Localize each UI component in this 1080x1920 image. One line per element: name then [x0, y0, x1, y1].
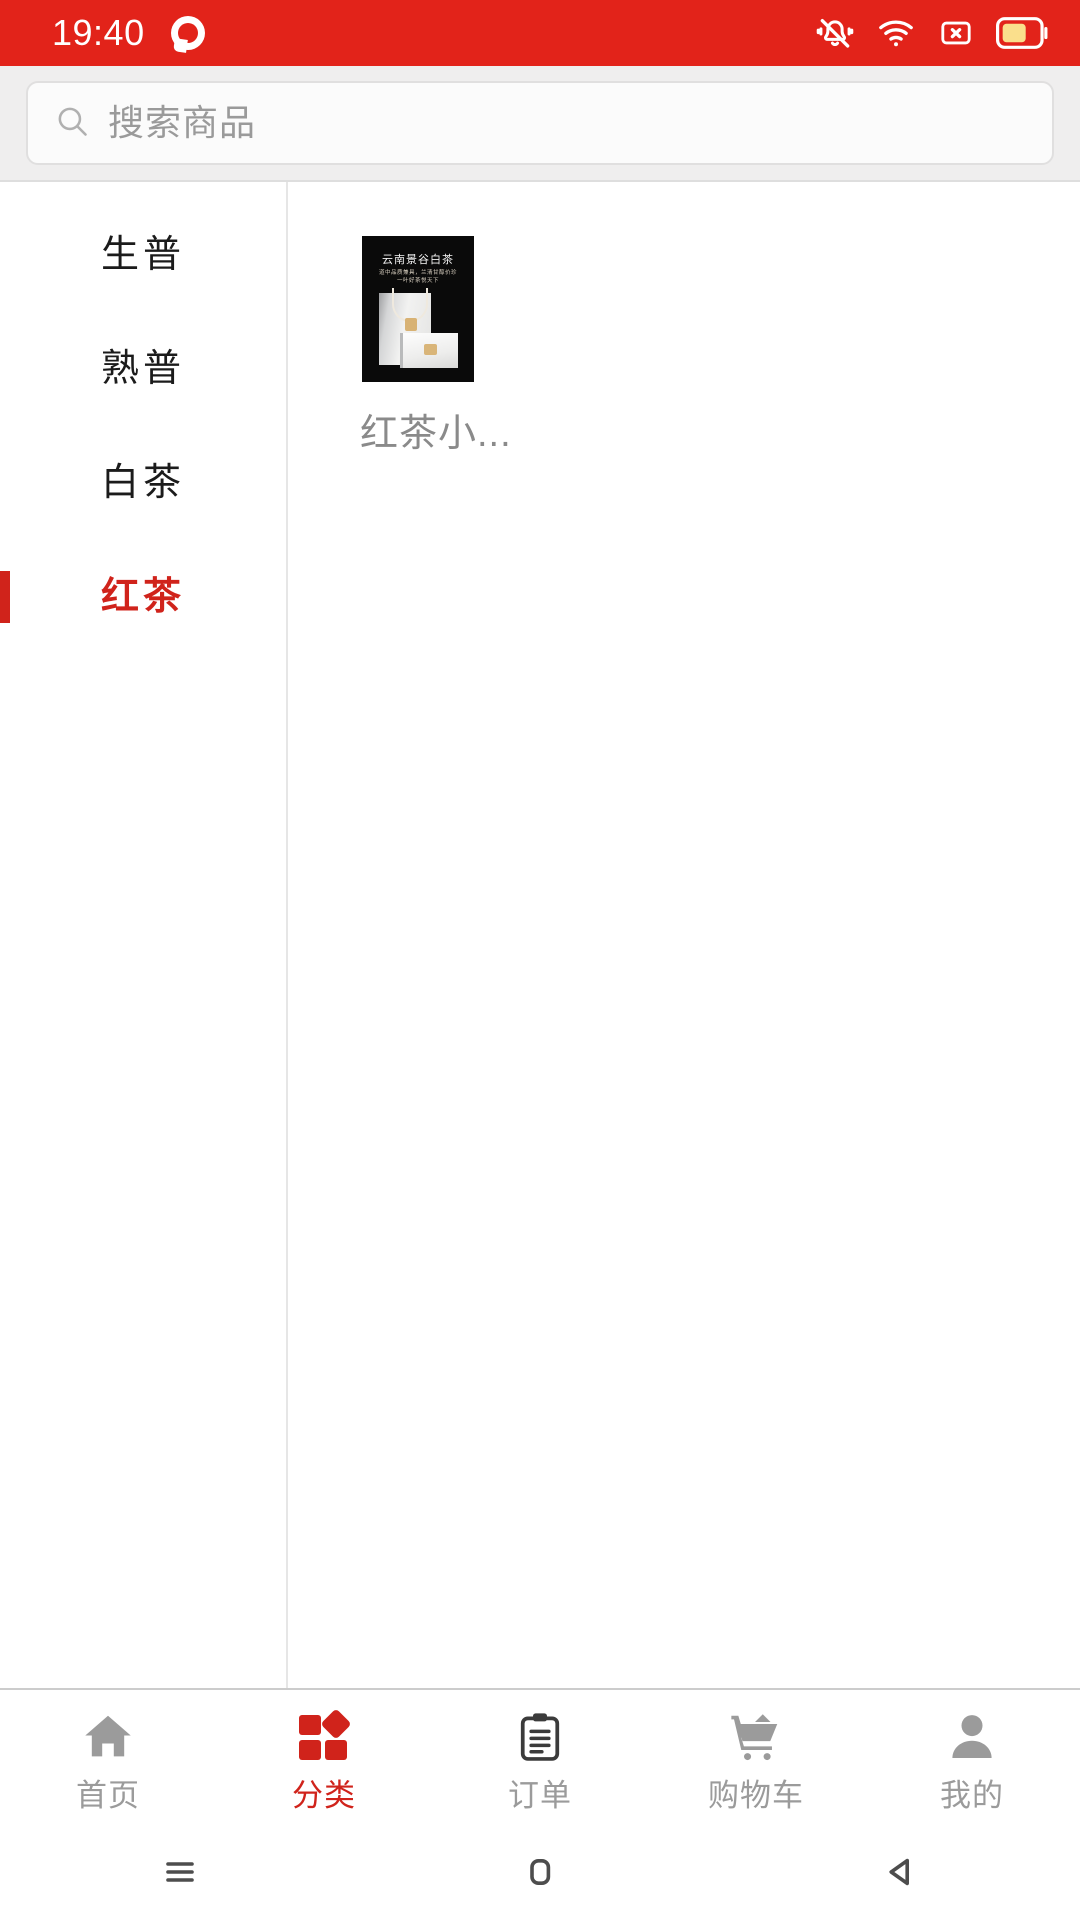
tab-profile[interactable]: 我的 — [864, 1706, 1080, 1811]
home-icon — [77, 1706, 139, 1768]
search-bar-container: 搜索商品 — [0, 66, 1080, 182]
qq-logo-icon — [170, 16, 205, 53]
tab-label: 订单 — [508, 1778, 572, 1813]
clipboard-icon — [509, 1706, 571, 1768]
wifi-icon — [876, 14, 916, 52]
back-button[interactable] — [720, 1848, 1080, 1896]
status-icon-group — [816, 14, 1050, 52]
sidebar-item-label: 生普 — [100, 234, 185, 276]
content-area: 生普 熟普 白茶 红茶 云南景谷白茶 道中品质兼具，兰清甘醇价珍 一叶好茶悦天下… — [0, 182, 1080, 1690]
rounded-square-icon — [516, 1848, 564, 1896]
sidebar-item-baicha[interactable]: 白茶 — [0, 426, 286, 540]
category-sidebar: 生普 熟普 白茶 红茶 — [0, 182, 288, 1688]
product-name: 红茶小... — [360, 413, 512, 455]
hamburger-icon — [156, 1848, 204, 1896]
tab-home[interactable]: 首页 — [0, 1706, 216, 1811]
triangle-left-icon — [876, 1848, 924, 1896]
search-icon — [54, 103, 90, 144]
recents-button[interactable] — [0, 1848, 360, 1896]
search-placeholder-text: 搜索商品 — [108, 102, 257, 143]
tab-cart[interactable]: 购物车 — [648, 1706, 864, 1811]
sidebar-item-label: 红茶 — [100, 576, 185, 618]
home-button[interactable] — [360, 1848, 720, 1896]
status-bar: 19:40 — [0, 0, 1080, 66]
gift-bag-emblem — [405, 318, 417, 331]
person-icon — [941, 1706, 1003, 1768]
tea-box-emblem — [424, 344, 437, 355]
cart-icon — [725, 1706, 787, 1768]
sim-card-x-icon — [938, 15, 974, 51]
sidebar-item-shupu[interactable]: 熟普 — [0, 312, 286, 426]
product-card[interactable]: 云南景谷白茶 道中品质兼具，兰清甘醇价珍 一叶好茶悦天下 红茶小... — [360, 236, 590, 456]
bottom-tab-bar: 首页 分类 订单 购物车 我的 — [0, 1690, 1080, 1824]
active-indicator — [0, 571, 10, 623]
product-image[interactable]: 云南景谷白茶 道中品质兼具，兰清甘醇价珍 一叶好茶悦天下 — [362, 236, 474, 382]
tab-label: 购物车 — [708, 1778, 804, 1813]
tab-orders[interactable]: 订单 — [432, 1706, 648, 1811]
sidebar-item-label: 熟普 — [100, 348, 185, 390]
battery-icon — [996, 16, 1050, 50]
tab-label: 首页 — [76, 1778, 140, 1813]
tab-label: 分类 — [292, 1778, 356, 1813]
product-image-subtitle: 道中品质兼具，兰清甘醇价珍 一叶好茶悦天下 — [378, 270, 457, 284]
sidebar-item-label: 白茶 — [100, 462, 185, 504]
mute-bell-icon — [816, 14, 854, 52]
product-image-title: 云南景谷白茶 — [382, 254, 454, 266]
grid-icon — [293, 1706, 355, 1768]
tab-label: 我的 — [940, 1778, 1004, 1813]
tab-category[interactable]: 分类 — [216, 1706, 432, 1811]
sidebar-item-shengpu[interactable]: 生普 — [0, 198, 286, 312]
phone-screen: 19:40 搜索商品 生普 熟普 白茶 红茶 云南景谷白茶 道中品质兼具，兰清甘… — [0, 0, 1080, 1920]
sidebar-item-hongcha[interactable]: 红茶 — [0, 540, 286, 654]
status-time: 19:40 — [52, 12, 145, 53]
product-grid: 云南景谷白茶 道中品质兼具，兰清甘醇价珍 一叶好茶悦天下 红茶小... — [288, 182, 1080, 1688]
android-navigation-bar — [0, 1824, 1080, 1920]
search-input[interactable]: 搜索商品 — [26, 81, 1054, 165]
